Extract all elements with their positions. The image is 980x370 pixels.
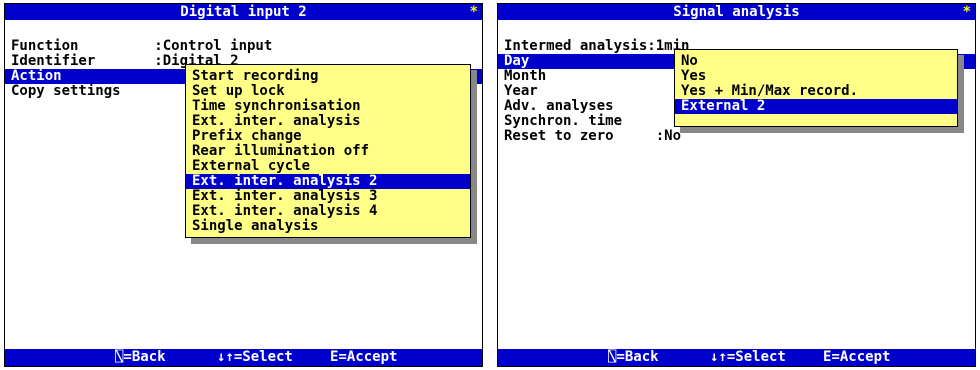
select-hint[interactable]: ↓↑=Select xyxy=(710,349,786,366)
menu-item-yes-min-max[interactable]: Yes + Min/Max record. xyxy=(675,84,957,99)
menu-item-ext-inter-analysis-3[interactable]: Ext. inter. analysis 3 xyxy=(186,189,470,204)
menu-item-rear-illumination-off[interactable]: Rear illumination off xyxy=(186,144,470,159)
menu-item-external-2[interactable]: External 2 xyxy=(675,99,957,114)
menu-item-yes[interactable]: Yes xyxy=(675,69,957,84)
screen-title: Digital input 2 xyxy=(180,4,307,20)
title-bar: Signal analysis * xyxy=(498,4,975,20)
setting-row-function[interactable]: Function :Control input xyxy=(11,39,476,54)
signal-analysis-screen: Signal analysis * Intermed analysis:1min… xyxy=(497,3,976,367)
menu-item-ext-inter-analysis[interactable]: Ext. inter. analysis xyxy=(186,114,470,129)
back-hint[interactable]: ⍂=Back xyxy=(115,349,166,366)
menu-item-prefix-change[interactable]: Prefix change xyxy=(186,129,470,144)
action-dropdown-menu: Start recording Set up lock Time synchro… xyxy=(185,64,471,238)
select-hint[interactable]: ↓↑=Select xyxy=(217,349,293,366)
menu-item-external-cycle[interactable]: External cycle xyxy=(186,159,470,174)
key-hint-bar: ⍂=Back ↓↑=Select E=Accept xyxy=(5,349,482,366)
menu-item-time-sync[interactable]: Time synchronisation xyxy=(186,99,470,114)
menu-item-start-recording[interactable]: Start recording xyxy=(186,69,470,84)
menu-item-single-analysis[interactable]: Single analysis xyxy=(186,219,470,234)
menu-item-set-up-lock[interactable]: Set up lock xyxy=(186,84,470,99)
day-dropdown-menu: No Yes Yes + Min/Max record. External 2 xyxy=(674,49,958,127)
menu-item-no[interactable]: No xyxy=(675,54,957,69)
screen-title: Signal analysis xyxy=(673,4,800,20)
title-bar: Digital input 2 * xyxy=(5,4,482,20)
digital-input-screen: Digital input 2 * Function :Control inpu… xyxy=(4,3,483,367)
star-icon: * xyxy=(962,4,971,20)
key-hint-bar: ⍂=Back ↓↑=Select E=Accept xyxy=(498,349,975,366)
accept-hint[interactable]: E=Accept xyxy=(823,349,890,366)
accept-hint[interactable]: E=Accept xyxy=(330,349,397,366)
menu-item-ext-inter-analysis-4[interactable]: Ext. inter. analysis 4 xyxy=(186,204,470,219)
back-hint[interactable]: ⍂=Back xyxy=(608,349,659,366)
star-icon: * xyxy=(469,4,478,20)
setting-row-reset-to-zero[interactable]: Reset to zero :No xyxy=(504,129,969,144)
menu-item-ext-inter-analysis-2[interactable]: Ext. inter. analysis 2 xyxy=(186,174,470,189)
